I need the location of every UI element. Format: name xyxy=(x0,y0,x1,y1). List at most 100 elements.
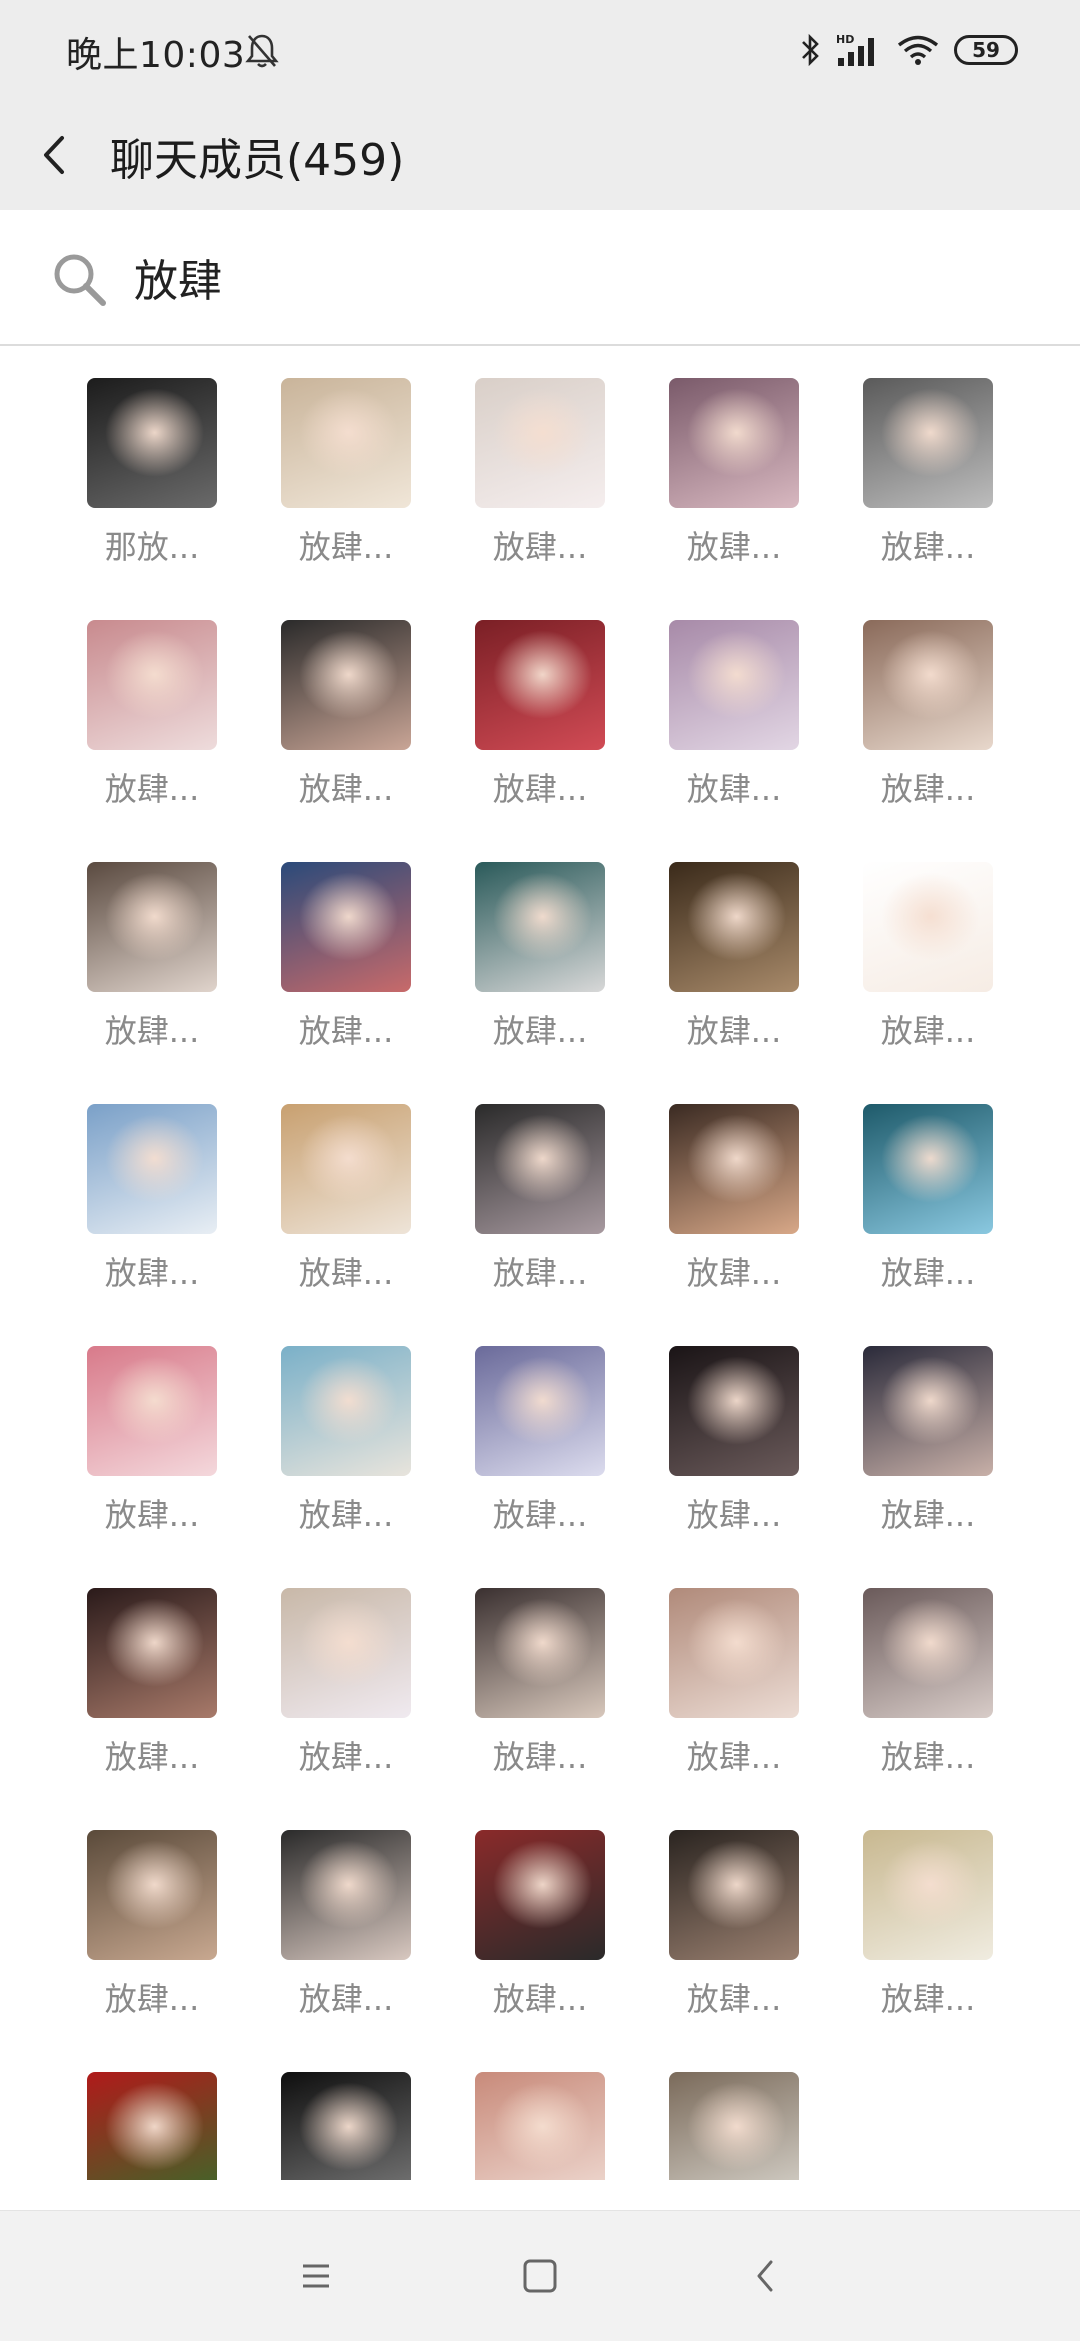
member-avatar xyxy=(669,1346,799,1476)
member-avatar xyxy=(475,1588,605,1718)
status-bar: 晚上10:03 HD 59 xyxy=(0,0,1080,100)
member-avatar xyxy=(475,1104,605,1234)
member-name: 放肆... xyxy=(880,528,976,566)
member-avatar xyxy=(87,1588,217,1718)
member-item[interactable] xyxy=(281,2072,411,2180)
member-name: 放肆... xyxy=(880,1738,976,1776)
member-item[interactable] xyxy=(669,2072,799,2180)
member-item[interactable]: 放肆... xyxy=(863,378,993,568)
member-avatar xyxy=(87,1104,217,1234)
member-name: 放肆... xyxy=(686,1980,782,2018)
member-name: 放肆... xyxy=(686,1254,782,1292)
member-name: 放肆... xyxy=(686,528,782,566)
member-name: 放肆... xyxy=(492,770,588,808)
member-item[interactable]: 放肆... xyxy=(669,1104,799,1294)
member-name: 放肆... xyxy=(880,1496,976,1534)
member-item[interactable]: 放肆... xyxy=(669,862,799,1052)
member-item[interactable]: 放肆... xyxy=(669,1346,799,1536)
menu-icon[interactable] xyxy=(291,2251,341,2301)
member-avatar xyxy=(863,1346,993,1476)
member-item[interactable]: 放肆... xyxy=(475,1346,605,1536)
member-item[interactable] xyxy=(475,2072,605,2180)
member-grid: 那放... 放肆... 放肆... 放肆... 放肆... 放肆... 放肆... 放肆...… xyxy=(0,346,1080,2180)
member-avatar xyxy=(475,378,605,508)
member-avatar xyxy=(669,2072,799,2180)
member-item[interactable]: 放肆... xyxy=(87,1346,217,1536)
member-item[interactable]: 放肆... xyxy=(863,1588,993,1778)
member-item[interactable]: 放肆... xyxy=(863,1346,993,1536)
member-name: 放肆... xyxy=(880,770,976,808)
member-item[interactable]: 放肆... xyxy=(669,620,799,810)
member-item[interactable]: 放肆... xyxy=(281,1588,411,1778)
member-avatar xyxy=(863,862,993,992)
member-name: 放肆... xyxy=(298,1980,394,2018)
member-name: 放肆... xyxy=(880,1980,976,2018)
member-name: 放肆... xyxy=(104,1738,200,1776)
member-item[interactable]: 放肆... xyxy=(863,1830,993,2020)
member-item[interactable]: 放肆... xyxy=(281,620,411,810)
member-item[interactable]: 放肆... xyxy=(281,862,411,1052)
member-avatar xyxy=(863,620,993,750)
member-avatar xyxy=(87,1830,217,1960)
member-item[interactable]: 放肆... xyxy=(281,1830,411,2020)
member-avatar xyxy=(281,1104,411,1234)
member-item[interactable] xyxy=(87,2072,217,2180)
member-name: 放肆... xyxy=(104,1254,200,1292)
battery-level: 59 xyxy=(972,38,1000,62)
back-triangle-icon[interactable] xyxy=(741,2251,791,2301)
member-name: 放肆... xyxy=(686,1012,782,1050)
member-item[interactable]: 放肆... xyxy=(281,1346,411,1536)
member-item[interactable]: 放肆... xyxy=(863,620,993,810)
member-avatar xyxy=(475,2072,605,2180)
member-name: 放肆... xyxy=(686,770,782,808)
status-indicators: HD 59 xyxy=(800,30,1018,70)
member-item[interactable]: 放肆... xyxy=(669,1588,799,1778)
member-avatar xyxy=(669,1104,799,1234)
member-avatar xyxy=(87,862,217,992)
member-item[interactable]: 放肆... xyxy=(87,862,217,1052)
member-item[interactable]: 放肆... xyxy=(669,1830,799,2020)
member-name: 放肆... xyxy=(298,1254,394,1292)
member-avatar xyxy=(281,1346,411,1476)
home-square-icon[interactable] xyxy=(515,2251,565,2301)
member-item[interactable]: 那放... xyxy=(87,378,217,568)
member-item[interactable]: 放肆... xyxy=(475,620,605,810)
member-name: 放肆... xyxy=(880,1012,976,1050)
member-item[interactable]: 放肆... xyxy=(475,862,605,1052)
member-avatar xyxy=(669,1830,799,1960)
member-avatar xyxy=(87,620,217,750)
member-name: 放肆... xyxy=(298,1496,394,1534)
search-input[interactable] xyxy=(134,244,1014,310)
member-avatar xyxy=(281,1588,411,1718)
member-item[interactable]: 放肆... xyxy=(669,378,799,568)
battery-indicator: 59 xyxy=(954,35,1018,65)
member-item[interactable]: 放肆... xyxy=(87,1588,217,1778)
member-avatar xyxy=(863,1588,993,1718)
member-item[interactable]: 放肆... xyxy=(87,1830,217,2020)
member-item[interactable]: 放肆... xyxy=(87,1104,217,1294)
member-item[interactable]: 放肆... xyxy=(281,378,411,568)
member-name: 放肆... xyxy=(686,1496,782,1534)
member-item[interactable]: 放肆... xyxy=(475,378,605,568)
member-item[interactable]: 放肆... xyxy=(87,620,217,810)
member-item[interactable]: 放肆... xyxy=(863,1104,993,1294)
member-name: 放肆... xyxy=(104,770,200,808)
member-avatar xyxy=(669,1588,799,1718)
member-avatar xyxy=(281,1830,411,1960)
member-item[interactable]: 放肆... xyxy=(475,1104,605,1294)
member-item[interactable]: 放肆... xyxy=(475,1830,605,2020)
member-name: 放肆... xyxy=(104,1012,200,1050)
member-name: 放肆... xyxy=(492,1254,588,1292)
member-name: 放肆... xyxy=(492,528,588,566)
system-nav-bar xyxy=(0,2210,1080,2341)
search-bar xyxy=(0,210,1080,346)
hd-label: HD xyxy=(836,33,854,46)
member-item[interactable]: 放肆... xyxy=(475,1588,605,1778)
member-name: 放肆... xyxy=(880,1254,976,1292)
member-avatar xyxy=(87,1346,217,1476)
back-arrow-icon[interactable] xyxy=(36,122,72,188)
member-item[interactable]: 放肆... xyxy=(281,1104,411,1294)
member-item[interactable]: 放肆... xyxy=(863,862,993,1052)
member-name: 放肆... xyxy=(686,1738,782,1776)
member-avatar xyxy=(281,378,411,508)
